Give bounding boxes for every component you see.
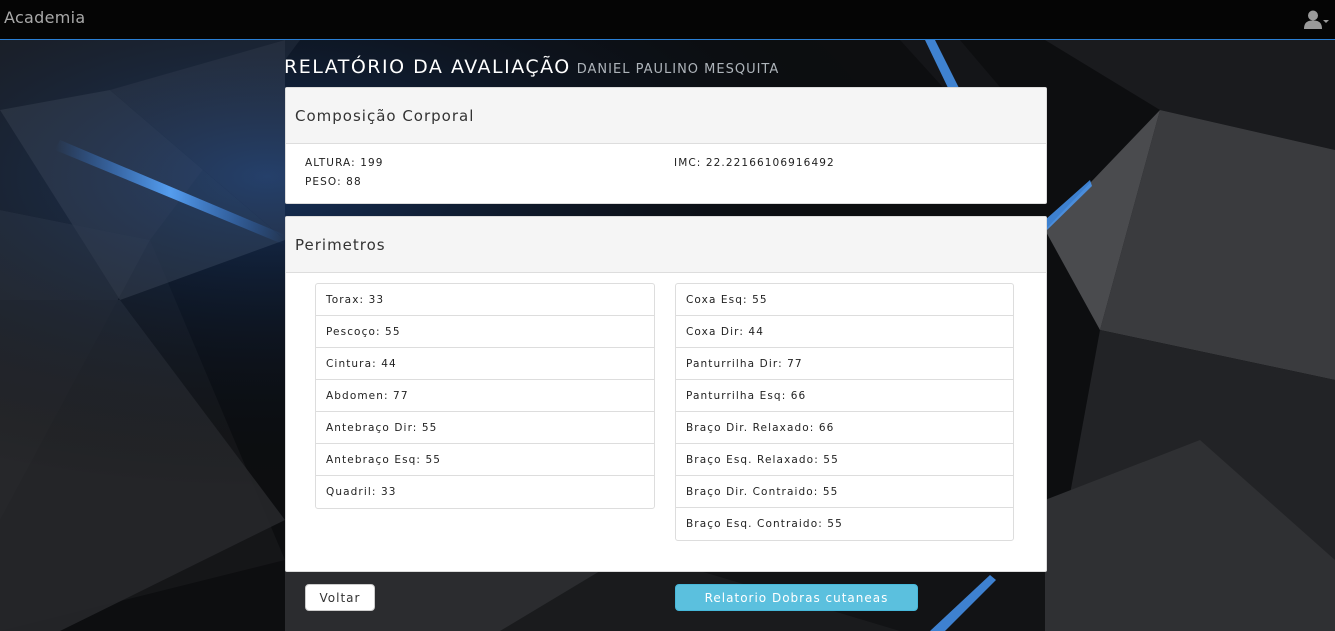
list-item: Abdomen: 77 [316,380,654,412]
list-item: Pescoço: 55 [316,316,654,348]
list-item: Quadril: 33 [326,486,397,498]
user-icon [1304,10,1322,29]
panel-title: Composição Corporal [295,106,475,125]
list-item: Braço Dir. Contraido: 55 [676,476,1013,508]
caret-down-icon [1323,20,1329,23]
panel-title: Perimetros [295,235,386,254]
panel-perimeters: Perimetros Torax: 33 Pescoço: 55 Cintura… [285,216,1047,572]
skinfold-report-button[interactable]: Relatorio Dobras cutaneas [675,584,918,611]
back-button[interactable]: Voltar [305,584,375,611]
list-item: Coxa Dir: 44 [676,316,1013,348]
list-item: Braço Dir. Relaxado: 66 [676,412,1013,444]
page-title: RELATÓRIO DA AVALIAÇÃO [284,56,571,78]
page-header: RELATÓRIO DA AVALIAÇÃO DANIEL PAULINO MES… [284,56,779,78]
stat-altura: ALTURA: 199 [305,157,384,169]
list-item: Braço Esq. Relaxado: 55 [676,444,1013,476]
stat-imc: IMC: 22.22166106916492 [674,157,835,169]
main-content: RELATÓRIO DA AVALIAÇÃO DANIEL PAULINO MES… [0,0,1335,631]
top-navbar: Academia [0,0,1335,40]
list-item: Antebraço Dir: 55 [316,412,654,444]
list-item: Torax: 33 [316,284,654,316]
list-item: Cintura: 44 [316,348,654,380]
navbar-brand[interactable]: Academia [4,8,86,27]
list-item: Antebraço Esq: 55 [316,444,654,476]
perimeter-list-right: Coxa Esq: 55 Coxa Dir: 44 Panturrilha Di… [675,283,1014,541]
user-menu-toggle[interactable] [1303,9,1329,31]
list-item: Panturrilha Dir: 77 [676,348,1013,380]
list-item: Panturrilha Esq: 66 [676,380,1013,412]
list-item: Braço Esq. Contraido: 55 [686,518,843,530]
stat-peso: PESO: 88 [305,176,362,188]
list-item: Coxa Esq: 55 [676,284,1013,316]
page-subtitle: DANIEL PAULINO MESQUITA [576,62,780,77]
perimeter-list-left: Torax: 33 Pescoço: 55 Cintura: 44 Abdome… [315,283,655,509]
panel-body-composition: Composição Corporal ALTURA: 199 PESO: 88… [285,87,1047,204]
panel-heading: Perimetros [286,217,1046,273]
panel-heading: Composição Corporal [286,88,1046,144]
